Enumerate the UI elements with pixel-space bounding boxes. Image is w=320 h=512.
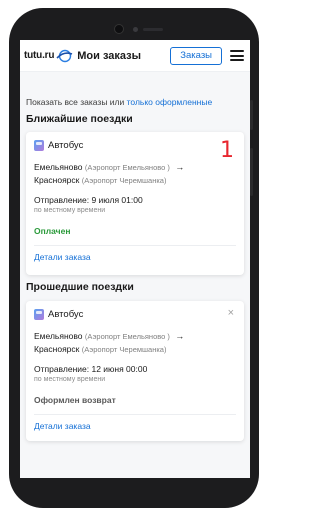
transport-type: Автобус — [34, 140, 236, 151]
arrow-icon: → — [175, 331, 185, 341]
past-order-card[interactable]: × Автобус Емельяново (Аэропорт Емельянов… — [26, 301, 244, 441]
upcoming-section-title: Ближайшие поездки — [26, 113, 133, 125]
transport-label: Автобус — [48, 309, 84, 320]
volume-button — [250, 100, 253, 130]
past-section-title: Прошедшие поездки — [26, 281, 134, 293]
tutu-logo[interactable]: tutu.ru — [24, 49, 73, 63]
from-city: Емельяново — [34, 162, 83, 172]
annotation-number: 1 — [220, 138, 234, 163]
earpiece-speaker — [143, 28, 163, 31]
departure-time: Отправление: 9 июля 01:00 — [34, 195, 143, 205]
filter-prefix: Показать все заказы или — [26, 97, 125, 107]
power-button — [250, 148, 253, 196]
top-bar: tutu.ru Мои заказы Заказы — [20, 40, 250, 72]
to-port: (Аэропорт Черемшанка) — [81, 345, 167, 354]
route: Емельяново (Аэропорт Емельяново ) → Крас… — [34, 161, 236, 187]
arrow-icon: → — [175, 162, 185, 172]
filter-line: Показать все заказы или только оформленн… — [26, 97, 244, 107]
to-port: (Аэропорт Черемшанка) — [81, 176, 167, 185]
departure-time: Отправление: 12 июня 00:00 — [34, 364, 148, 374]
page-title: Мои заказы — [77, 49, 142, 62]
from-port: (Аэропорт Емельяново ) — [84, 163, 170, 172]
bus-icon — [34, 140, 44, 151]
divider — [34, 414, 236, 415]
order-details-link[interactable]: Детали заказа — [34, 252, 236, 262]
from-city: Емельяново — [34, 331, 83, 341]
status-badge: Оплачен — [34, 226, 71, 236]
to-city: Красноярск — [34, 175, 80, 185]
menu-icon[interactable] — [230, 50, 244, 61]
bus-icon — [34, 309, 44, 320]
local-time-note: по местному времени — [34, 376, 106, 383]
status-badge: Оформлен возврат — [34, 395, 116, 405]
close-icon[interactable]: × — [228, 307, 234, 319]
logo-text: tutu.ru — [24, 50, 55, 61]
from-port: (Аэропорт Емельяново ) — [84, 332, 170, 341]
front-camera — [114, 24, 124, 34]
app-screen: tutu.ru Мои заказы Заказы Показать все з… — [20, 40, 250, 478]
filter-issued-link[interactable]: только оформленные — [127, 97, 213, 107]
orders-button[interactable]: Заказы — [170, 46, 222, 65]
transport-type: Автобус — [34, 309, 236, 320]
order-details-link[interactable]: Детали заказа — [34, 421, 236, 431]
sensor — [133, 27, 138, 32]
route: Емельяново (Аэропорт Емельяново ) → Крас… — [34, 330, 236, 356]
divider — [34, 245, 236, 246]
to-city: Красноярск — [34, 344, 80, 354]
local-time-note: по местному времени — [34, 207, 106, 214]
orders-content: Показать все заказы или только оформленн… — [20, 72, 250, 478]
logo-globe-icon — [56, 49, 73, 62]
upcoming-order-card[interactable]: 1 Автобус Емельяново (Аэропорт Емельянов… — [26, 132, 244, 275]
transport-label: Автобус — [48, 140, 84, 151]
